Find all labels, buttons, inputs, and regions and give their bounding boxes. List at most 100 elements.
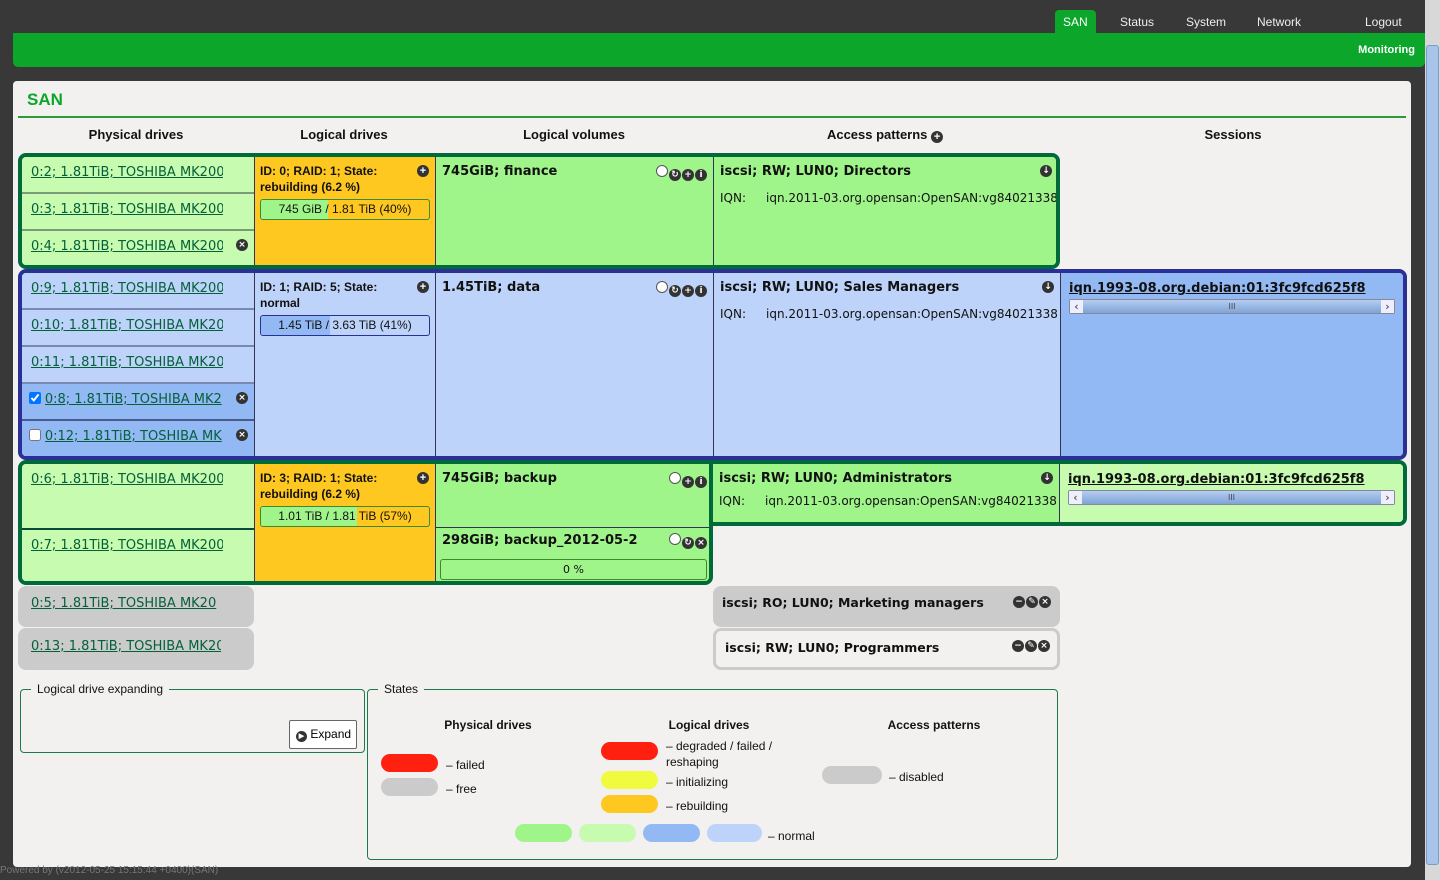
physical-drive: 0:10; 1.81TiB; TOSHIBA MK20: [22, 310, 254, 347]
free-physical-drive: 0:5; 1.81TiB; TOSHIBA MK20: [18, 586, 254, 627]
physical-drive-link[interactable]: 0:5; 1.81TiB; TOSHIBA MK20: [31, 596, 221, 611]
scroll-right-icon[interactable]: ›: [1381, 300, 1394, 313]
snapshot-icon[interactable]: ↻: [669, 169, 681, 181]
free-physical-drive: 0:13; 1.81TiB; TOSHIBA MK20: [18, 628, 254, 670]
session-link[interactable]: iqn.1993-08.org.debian:01:3fc9fcd625f8: [1069, 281, 1366, 296]
edit-icon[interactable]: ✎: [1025, 640, 1037, 652]
disable-icon[interactable]: −: [1013, 596, 1025, 608]
add-volume-icon[interactable]: +: [417, 165, 429, 177]
physical-drive-link[interactable]: 0:4; 1.81TiB; TOSHIBA MK200: [31, 239, 223, 254]
access-pattern-unbound: iscsi; RW; LUN0; Programmers − ✎ ×: [713, 628, 1060, 670]
session-link[interactable]: iqn.1993-08.org.debian:01:3fc9fcd625f8: [1068, 472, 1365, 487]
snapshot-icon[interactable]: ↻: [669, 285, 681, 297]
snapshot-usage-bar: 0 %: [440, 559, 707, 580]
info-icon[interactable]: i: [695, 476, 707, 488]
add-access-pattern-icon[interactable]: +: [931, 131, 944, 143]
volume-label: 298GiB; backup_2012-05-2: [442, 533, 638, 548]
download-icon[interactable]: ↓: [1040, 165, 1052, 177]
tab-san[interactable]: SAN: [1055, 10, 1096, 34]
page-scrollbar[interactable]: [1425, 0, 1440, 880]
swatch-normal-1: [515, 824, 572, 842]
access-pattern: iscsi; RW; LUN0; Sales Managers ↓ IQN: iq…: [713, 273, 1060, 456]
logout-link[interactable]: Logout: [1357, 10, 1410, 34]
remove-drive-icon[interactable]: ×: [236, 239, 248, 251]
volume-actions: + i: [668, 472, 707, 488]
select-radio-icon[interactable]: [669, 533, 681, 545]
select-radio-icon[interactable]: [656, 281, 668, 293]
physical-drive-selected: 0:12; 1.81TiB; TOSHIBA MK ×: [22, 421, 254, 456]
raid-group-2-access: iscsi; RW; LUN0; Administrators ↓ IQN: iq…: [712, 460, 1407, 526]
scroll-left-icon[interactable]: ‹: [1070, 300, 1083, 313]
access-pattern-label: iscsi; RW; LUN0; Directors: [720, 164, 911, 179]
title-divider: [18, 116, 1406, 118]
physical-drive-link[interactable]: 0:7; 1.81TiB; TOSHIBA MK200: [31, 538, 223, 553]
add-volume-icon[interactable]: +: [417, 472, 429, 484]
download-icon[interactable]: ↓: [1042, 281, 1054, 293]
physical-drive-link[interactable]: 0:9; 1.81TiB; TOSHIBA MK200: [31, 281, 223, 296]
tab-network[interactable]: Network: [1249, 10, 1309, 34]
scroll-left-icon[interactable]: ‹: [1069, 491, 1082, 504]
drive-checkbox[interactable]: [29, 429, 41, 441]
physical-drive-link[interactable]: 0:11; 1.81TiB; TOSHIBA MK20: [31, 355, 223, 370]
add-volume-icon[interactable]: +: [417, 281, 429, 293]
session-hscrollbar[interactable]: ‹ III ›: [1069, 299, 1395, 314]
physical-drive-link[interactable]: 0:12; 1.81TiB; TOSHIBA MK: [45, 429, 223, 444]
expanding-legend: Logical drive expanding: [37, 682, 164, 696]
remove-icon[interactable]: ×: [1039, 596, 1051, 608]
remove-icon[interactable]: ×: [1038, 640, 1050, 652]
physical-drives-cell: 0:2; 1.81TiB; TOSHIBA MK200 0:3; 1.81TiB…: [22, 157, 254, 265]
remove-drive-icon[interactable]: ×: [236, 429, 248, 441]
physical-drive: 0:11; 1.81TiB; TOSHIBA MK20: [22, 347, 254, 384]
expand-label: Expand: [310, 727, 352, 741]
col-logical-drives: Logical drives: [300, 127, 388, 142]
physical-drive-link[interactable]: 0:8; 1.81TiB; TOSHIBA MK2: [45, 392, 223, 407]
drive-checkbox[interactable]: [29, 392, 41, 404]
tab-status[interactable]: Status: [1112, 10, 1162, 34]
add-icon[interactable]: +: [682, 169, 694, 181]
add-icon[interactable]: +: [682, 476, 694, 488]
volume-actions: ↻ + i: [655, 281, 707, 297]
states-access-title: Access patterns: [887, 718, 981, 732]
usage-label: 1.01 TiB / 1.81 TiB (57%): [278, 509, 412, 523]
raid-group-2: 0:6; 1.81TiB; TOSHIBA MK200 0:7; 1.81TiB…: [18, 460, 713, 585]
scrollbar-thumb[interactable]: [1426, 45, 1439, 865]
session-hscrollbar[interactable]: ‹ III ›: [1068, 490, 1395, 505]
scroll-right-icon[interactable]: ›: [1381, 491, 1394, 504]
download-icon[interactable]: ↓: [1041, 472, 1053, 484]
logical-volume: 1.45TiB; data ↻ + i: [435, 273, 713, 456]
edit-icon[interactable]: ✎: [1026, 596, 1038, 608]
iqn-label: IQN:: [720, 191, 747, 205]
state-degraded-label: – degraded / failed / reshaping: [666, 739, 773, 769]
physical-drive: 0:2; 1.81TiB; TOSHIBA MK200: [22, 157, 254, 194]
physical-drive-link[interactable]: 0:13; 1.81TiB; TOSHIBA MK20: [31, 639, 221, 654]
remove-drive-icon[interactable]: ×: [236, 392, 248, 404]
select-radio-icon[interactable]: [656, 165, 668, 177]
physical-drive-link[interactable]: 0:10; 1.81TiB; TOSHIBA MK20: [31, 318, 223, 333]
physical-drive-link[interactable]: 0:3; 1.81TiB; TOSHIBA MK200: [31, 202, 223, 217]
col-logical-volumes: Logical volumes: [523, 127, 625, 142]
swatch-normal-3: [643, 824, 700, 842]
logical-drive-cell: ID: 0; RAID: 1; State: rebuilding (6.2 %…: [254, 157, 435, 265]
swatch-rebuilding: [601, 795, 658, 813]
info-icon[interactable]: i: [695, 285, 707, 297]
raid-group-0: 0:2; 1.81TiB; TOSHIBA MK200 0:3; 1.81TiB…: [18, 153, 1060, 269]
physical-drive-link[interactable]: 0:6; 1.81TiB; TOSHIBA MK200: [31, 472, 223, 487]
disable-icon[interactable]: −: [1012, 640, 1024, 652]
swatch-free: [381, 778, 438, 796]
remove-icon[interactable]: ×: [695, 537, 707, 549]
physical-drive: 0:7; 1.81TiB; TOSHIBA MK200: [22, 530, 254, 581]
swatch-disabled: [822, 766, 882, 784]
snapshot-icon[interactable]: ↻: [682, 537, 694, 549]
logical-drive-expanding: Logical drive expanding ▶ Expand: [20, 682, 365, 753]
add-icon[interactable]: +: [682, 285, 694, 297]
info-icon[interactable]: i: [695, 169, 707, 181]
tab-system[interactable]: System: [1178, 10, 1234, 34]
subnav-monitoring[interactable]: Monitoring: [1358, 44, 1415, 56]
expand-button[interactable]: ▶ Expand: [289, 720, 358, 749]
select-radio-icon[interactable]: [669, 472, 681, 484]
physical-drives-cell: 0:9; 1.81TiB; TOSHIBA MK200 0:10; 1.81Ti…: [22, 273, 254, 456]
volume-label: 745GiB; finance: [442, 164, 558, 179]
physical-drive: 0:6; 1.81TiB; TOSHIBA MK200: [22, 464, 254, 530]
physical-drive-link[interactable]: 0:2; 1.81TiB; TOSHIBA MK200: [31, 165, 223, 180]
access-pattern-label: iscsi; RW; LUN0; Administrators: [719, 471, 953, 486]
